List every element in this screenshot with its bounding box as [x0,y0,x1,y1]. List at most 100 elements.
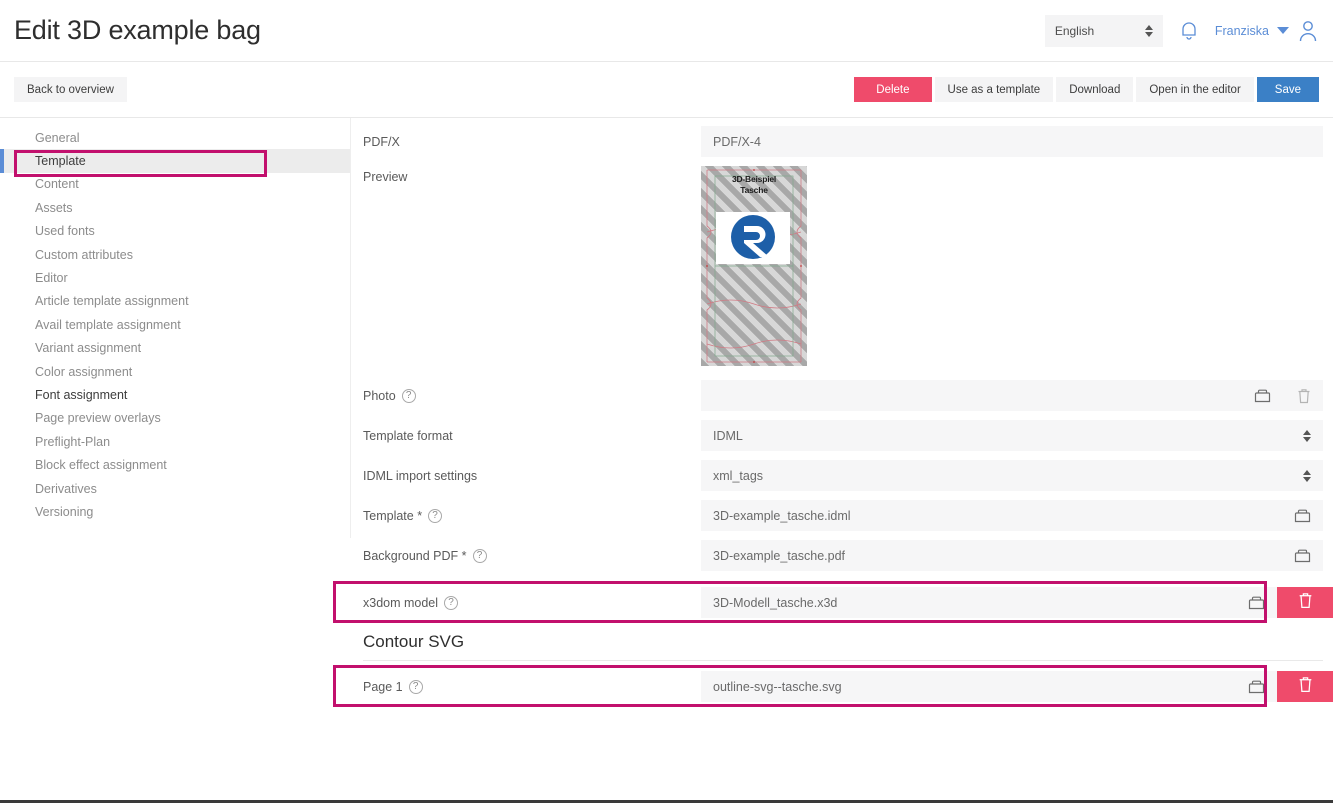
photo-field[interactable] [701,380,1323,411]
preview-title-text: 3D-Beispiel Tasche [701,174,807,195]
idml-import-value: xml_tags [713,469,1303,483]
preview-label: Preview [351,166,701,184]
label-text: Template * [363,509,422,523]
template-file-value: 3D-example_tasche.idml [713,509,1286,523]
sidebar-item-label: Avail template assignment [35,318,181,332]
sidebar-item-variant-assignment[interactable]: Variant assignment [0,337,350,360]
template-file-field[interactable]: 3D-example_tasche.idml [701,500,1323,531]
user-name-label: Franziska [1215,24,1269,38]
sidebar-item-label: Used fonts [35,224,95,238]
sidebar-item-assets[interactable]: Assets [0,196,350,219]
template-settings-form: PDF/X PDF/X-4 Preview [351,118,1333,800]
label-text: Page 1 [363,680,403,694]
x3dom-value: 3D-Modell_tasche.x3d [713,596,1240,610]
sidebar-item-color-assignment[interactable]: Color assignment [0,360,350,383]
preview-image[interactable]: 3D-Beispiel Tasche [701,166,807,366]
photo-label: Photo ? [351,380,701,403]
sidebar-item-label: Page preview overlays [35,411,161,425]
download-button[interactable]: Download [1056,77,1133,102]
page-content: General Template Content Assets Used fon… [0,118,1333,800]
sidebar-item-preflight-plan[interactable]: Preflight-Plan [0,430,350,453]
template-file-label: Template * ? [351,500,701,523]
sidebar-item-derivatives[interactable]: Derivatives [0,477,350,500]
use-as-template-button[interactable]: Use as a template [935,77,1054,102]
idml-import-label: IDML import settings [351,460,701,483]
sidebar-item-label: Content [35,177,79,191]
sidebar-item-page-preview-overlays[interactable]: Page preview overlays [0,407,350,430]
label-text: Template format [363,429,453,443]
background-pdf-label: Background PDF * ? [351,540,701,563]
sidebar-item-used-fonts[interactable]: Used fonts [0,220,350,243]
idml-import-select[interactable]: xml_tags [701,460,1323,491]
page1-field[interactable]: outline-svg--tasche.svg [701,671,1277,702]
page-title: Edit 3D example bag [14,17,261,44]
chevron-updown-icon [1145,25,1153,37]
help-icon[interactable]: ? [402,389,416,403]
form-row-background-pdf: Background PDF * ? 3D-example_tasche.pdf [351,540,1333,571]
chevron-down-icon [1277,27,1289,34]
delete-button[interactable]: Delete [854,77,931,102]
sidebar-item-content[interactable]: Content [0,173,350,196]
label-text: x3dom model [363,596,438,610]
sidebar-item-font-assignment[interactable]: Font assignment [0,383,350,406]
page1-delete-button[interactable] [1277,671,1333,702]
sidebar-item-avail-template-assignment[interactable]: Avail template assignment [0,313,350,336]
sidebar-item-label: General [35,131,79,145]
form-row-template-file: Template * ? 3D-example_tasche.idml [351,500,1333,531]
preview-title-line2: Tasche [701,185,807,196]
page1-value: outline-svg--tasche.svg [713,680,1240,694]
back-to-overview-button[interactable]: Back to overview [14,77,127,102]
sidebar-item-editor[interactable]: Editor [0,266,350,289]
sidebar-item-label: Assets [35,201,73,215]
form-row-pdfx: PDF/X PDF/X-4 [351,126,1333,157]
pdfx-label: PDF/X [351,126,701,149]
help-icon[interactable]: ? [473,549,487,563]
contour-svg-heading: Contour SVG [351,632,1333,652]
background-pdf-field[interactable]: 3D-example_tasche.pdf [701,540,1323,571]
help-icon[interactable]: ? [409,680,423,694]
trash-icon [1298,592,1313,614]
primary-actions-group: Delete Use as a template Download Open i… [854,77,1319,102]
sidebar-item-custom-attributes[interactable]: Custom attributes [0,243,350,266]
sidebar-item-article-template-assignment[interactable]: Article template assignment [0,290,350,313]
pdfx-field: PDF/X-4 [701,126,1323,157]
pdfx-value: PDF/X-4 [713,135,1311,149]
language-select[interactable]: English [1045,15,1163,47]
sidebar-item-versioning[interactable]: Versioning [0,500,350,523]
label-text: Background PDF * [363,549,467,563]
trash-icon [1298,676,1313,698]
folder-icon[interactable] [1248,595,1265,610]
header-right-tools: English Franziska [1045,15,1319,47]
form-row-template-format: Template format IDML [351,420,1333,451]
folder-icon[interactable] [1294,548,1311,563]
sidebar-item-label: Font assignment [35,388,127,402]
trash-icon[interactable] [1297,388,1311,404]
x3dom-field[interactable]: 3D-Modell_tasche.x3d [701,587,1277,618]
form-row-preview: Preview [351,166,1333,366]
help-icon[interactable]: ? [444,596,458,610]
app-header: Edit 3D example bag English Franziska [0,0,1333,62]
save-button[interactable]: Save [1257,77,1319,102]
label-text: Preview [363,170,407,184]
sidebar-item-block-effect-assignment[interactable]: Block effect assignment [0,453,350,476]
form-row-idml-import-settings: IDML import settings xml_tags [351,460,1333,491]
folder-icon[interactable] [1254,388,1271,403]
sidebar-item-label: Preflight-Plan [35,435,110,449]
diecut-lines-icon [701,166,807,366]
sidebar-item-template[interactable]: Template [0,149,350,172]
sidebar-item-label: Editor [35,271,68,285]
background-pdf-value: 3D-example_tasche.pdf [713,549,1286,563]
open-in-editor-button[interactable]: Open in the editor [1136,77,1253,102]
sidebar-item-label: Versioning [35,505,93,519]
help-icon[interactable]: ? [428,509,442,523]
sidebar-item-general[interactable]: General [0,126,350,149]
sidebar-item-label: Variant assignment [35,341,141,355]
template-format-select[interactable]: IDML [701,420,1323,451]
x3dom-delete-button[interactable] [1277,587,1333,618]
folder-icon[interactable] [1248,679,1265,694]
bell-icon[interactable] [1179,20,1199,42]
user-menu[interactable]: Franziska [1215,19,1319,43]
chevron-updown-icon [1303,470,1311,482]
label-text: PDF/X [363,135,400,149]
folder-icon[interactable] [1294,508,1311,523]
